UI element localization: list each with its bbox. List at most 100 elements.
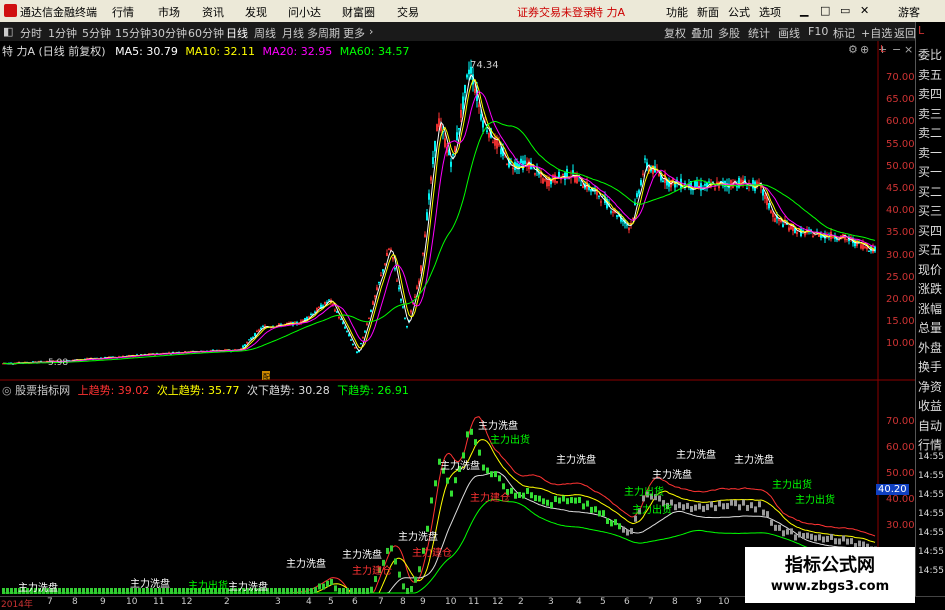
tool-diejia[interactable]: 叠加	[691, 25, 713, 41]
menu-xuanxiang[interactable]: 选项	[759, 4, 781, 20]
menu-hangqing[interactable]: 行情	[112, 4, 134, 20]
tool-tongji[interactable]: 统计	[748, 25, 770, 41]
sub-legend: ◎ 股票指标网 上趋势: 39.02 次上趋势: 35.77 次下趋势: 30.…	[2, 382, 409, 398]
trend-block	[814, 535, 817, 542]
trend-block	[2, 588, 5, 594]
period-30min[interactable]: 30分钟	[151, 25, 187, 41]
period-60min[interactable]: 60分钟	[188, 25, 224, 41]
period-multi[interactable]: 多周期	[307, 25, 340, 41]
next-down-trend-label: 次下趋势: 30.28	[247, 384, 330, 397]
menu-wenxiaoda[interactable]: 问小达	[288, 4, 321, 20]
sub-indicator-icon[interactable]: ◎	[2, 384, 12, 397]
candle-body	[432, 157, 434, 165]
trend-block	[698, 503, 701, 510]
more-arrow-icon[interactable]: ›	[369, 25, 373, 38]
menu-gongshi[interactable]: 公式	[728, 4, 750, 20]
trend-block	[718, 500, 721, 507]
annotation-ship-3: 主力出货	[795, 495, 835, 506]
date-tick: 10	[445, 597, 457, 607]
trend-block	[834, 538, 837, 545]
menu-xinmian[interactable]: 新面	[697, 4, 719, 20]
restore-icon[interactable]: ▭	[840, 4, 850, 17]
period-month[interactable]: 月线	[282, 25, 304, 41]
main-axis-tick: 10.00	[886, 338, 915, 350]
candle-body	[782, 224, 784, 227]
main-axis-tick: 55.00	[886, 138, 915, 150]
candle-body	[538, 173, 540, 175]
trend-block	[338, 588, 341, 594]
tool-f10[interactable]: F10	[808, 25, 828, 38]
period-toolbar: ◧ 分时 1分钟 5分钟 15分钟 30分钟 60分钟 日线 周线 月线 多周期…	[0, 22, 945, 42]
menu-caifuquan[interactable]: 财富圈	[342, 4, 375, 20]
period-more[interactable]: 更多	[343, 25, 365, 41]
trend-block	[678, 502, 681, 509]
trend-block	[822, 536, 825, 543]
annotation-wash-1: 主力洗盘	[478, 421, 518, 432]
candle-body	[638, 190, 640, 194]
chart-area[interactable]: 特 力A (日线 前复权) MA5: 30.79 MA10: 32.11 MA2…	[0, 41, 915, 596]
main-axis-tick: 20.00	[886, 294, 915, 305]
quote-item-9: 买四	[918, 223, 943, 238]
tool-duogu[interactable]: 多股	[718, 25, 740, 41]
main-axis-tick: 25.00	[886, 271, 915, 283]
menu-zixun[interactable]: 资讯	[202, 4, 224, 20]
trend-block	[398, 571, 401, 578]
tool-fuquan[interactable]: 复权	[664, 25, 686, 41]
trend-block	[622, 526, 625, 533]
watermark-url: www.zbgs3.com	[770, 579, 890, 594]
kline-chart[interactable]: 74.34 5.98 L 配	[0, 41, 915, 596]
trend-block	[514, 492, 517, 499]
candle-body	[590, 189, 592, 192]
main-axis-tick: 60.00	[886, 116, 915, 128]
period-week[interactable]: 周线	[254, 25, 276, 41]
menu-jiaoyi[interactable]: 交易	[397, 4, 419, 20]
main-axis-tick: 15.00	[886, 316, 915, 328]
date-tick: 9	[696, 597, 702, 607]
period-day[interactable]: 日线	[226, 25, 248, 41]
tool-biaoji[interactable]: 标记	[833, 25, 855, 41]
minimize-icon[interactable]: ▁	[800, 4, 808, 17]
menu-shichang[interactable]: 市场	[158, 4, 180, 20]
trend-block	[402, 583, 405, 590]
annotation-wash-4: 主力洗盘	[734, 455, 774, 466]
candle-body	[352, 343, 354, 346]
close-icon[interactable]: ✕	[860, 4, 869, 17]
candle-body	[378, 281, 380, 284]
period-fenshi[interactable]: 分时	[20, 25, 42, 41]
maximize-icon[interactable]: □	[820, 4, 830, 17]
trend-block	[778, 524, 781, 531]
tool-zixuan[interactable]: +自选	[861, 25, 892, 41]
date-tick: 9	[100, 597, 106, 607]
period-1min[interactable]: 1分钟	[48, 25, 77, 41]
toolbar-back-icon[interactable]: ◧	[3, 25, 13, 38]
guest-label[interactable]: 游客	[898, 4, 920, 20]
main-axis-tick: 40.00	[886, 205, 915, 217]
menu-gongneng[interactable]: 功能	[666, 4, 688, 20]
menu-faxian[interactable]: 发现	[245, 4, 267, 20]
trend-block	[6, 588, 9, 594]
trend-block	[566, 498, 569, 505]
candle-body	[344, 326, 346, 329]
trend-block	[290, 588, 293, 594]
trend-block	[94, 588, 97, 594]
period-15min[interactable]: 15分钟	[115, 25, 151, 41]
tool-fanhui[interactable]: 返回	[894, 25, 916, 41]
period-5min[interactable]: 5分钟	[82, 25, 111, 41]
login-status[interactable]: 证券交易未登录	[517, 4, 594, 20]
trend-block	[370, 586, 373, 593]
annotation-wash-12: 主力洗盘	[228, 582, 268, 593]
candle-body	[640, 180, 642, 186]
date-tick: 10	[718, 597, 730, 607]
trend-block	[526, 487, 529, 494]
trend-block	[750, 502, 753, 509]
trend-block	[470, 428, 473, 435]
trend-block	[58, 588, 61, 594]
tool-huaxian[interactable]: 画线	[778, 25, 800, 41]
trend-block	[102, 588, 105, 594]
trend-block	[346, 588, 349, 594]
candle-body	[400, 298, 402, 301]
candle-body	[572, 170, 574, 174]
trend-block	[318, 583, 321, 590]
trend-block	[314, 587, 317, 594]
annotation-wash-7: 主力洗盘	[398, 532, 438, 543]
